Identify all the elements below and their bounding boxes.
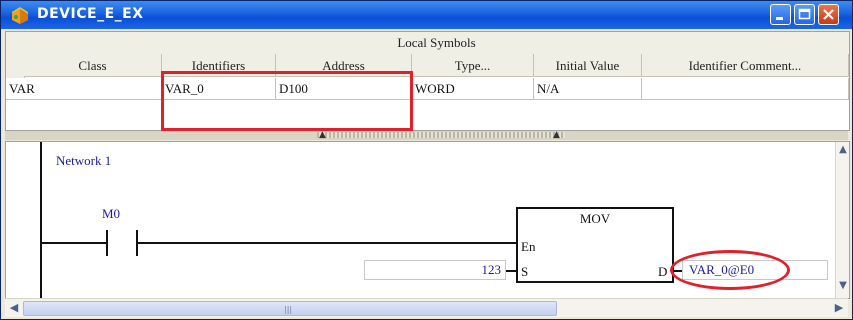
close-button[interactable] bbox=[818, 4, 839, 25]
maximize-button[interactable] bbox=[794, 4, 815, 25]
pin-s-label: S bbox=[521, 264, 529, 279]
local-symbols-table: Local Symbols Class Identifiers Address … bbox=[5, 31, 850, 131]
window-title: DEVICE_E_EX bbox=[37, 6, 144, 22]
minimize-button[interactable] bbox=[770, 4, 791, 25]
pane-splitter[interactable]: ▲ ▲ bbox=[5, 130, 848, 140]
scroll-up-icon[interactable]: ▲ bbox=[836, 144, 849, 160]
vertical-scrollbar[interactable]: ▲ ▼ bbox=[835, 142, 849, 298]
minimize-icon bbox=[776, 17, 783, 20]
cell-identifier-comment[interactable] bbox=[642, 78, 849, 100]
column-header-class[interactable]: Class bbox=[24, 54, 162, 77]
splitter-arrow-icon[interactable]: ▲ bbox=[319, 130, 326, 140]
contact-left-bar[interactable] bbox=[106, 230, 108, 256]
table-title: Local Symbols bbox=[24, 32, 849, 55]
column-header-type[interactable]: Type... bbox=[412, 54, 534, 77]
rung-wire bbox=[42, 242, 106, 244]
contact-label: M0 bbox=[102, 206, 121, 221]
cell-type[interactable]: WORD bbox=[412, 78, 534, 100]
network-label: Network 1 bbox=[56, 153, 112, 168]
app-icon bbox=[9, 5, 31, 25]
column-header-identifier-comment[interactable]: Identifier Comment... bbox=[642, 54, 849, 77]
cell-class[interactable]: VAR bbox=[6, 78, 162, 100]
scroll-left-icon[interactable]: ◀ bbox=[6, 299, 22, 317]
device-window: DEVICE_E_EX Local Symbols Class Identifi… bbox=[0, 0, 853, 320]
title-bar[interactable]: DEVICE_E_EX bbox=[1, 1, 852, 29]
ladder-editor[interactable]: Network 1 M0 MOV En S D 123 VAR_0@E0 ▲ ▼ bbox=[5, 141, 850, 299]
horizontal-scrollbar[interactable]: ◀ ||| ▶ bbox=[5, 298, 848, 317]
highlight-rectangle bbox=[161, 71, 413, 131]
horizontal-scroll-thumb[interactable]: ||| bbox=[23, 301, 557, 316]
splitter-arrow-icon[interactable]: ▲ bbox=[553, 130, 560, 140]
highlight-ellipse bbox=[670, 250, 790, 290]
instruction-name: MOV bbox=[579, 211, 611, 226]
close-icon bbox=[823, 9, 834, 20]
rung-wire bbox=[138, 242, 516, 244]
scroll-down-icon[interactable]: ▼ bbox=[836, 280, 849, 296]
source-operand-field[interactable]: 123 bbox=[364, 260, 506, 280]
scroll-grip-icon: ||| bbox=[284, 305, 293, 314]
operand-s-wire bbox=[506, 270, 516, 272]
pin-en-label: En bbox=[521, 239, 536, 254]
maximize-icon bbox=[798, 8, 811, 20]
splitter-grip[interactable]: ▲ ▲ bbox=[317, 130, 565, 140]
pin-d-label: D bbox=[658, 264, 668, 279]
left-power-rail bbox=[40, 142, 42, 298]
scroll-right-icon[interactable]: ▶ bbox=[831, 299, 847, 317]
cell-initial-value[interactable]: N/A bbox=[534, 78, 642, 100]
column-header-initial-value[interactable]: Initial Value bbox=[534, 54, 642, 77]
mov-instruction-block[interactable]: MOV En S D bbox=[516, 207, 674, 283]
